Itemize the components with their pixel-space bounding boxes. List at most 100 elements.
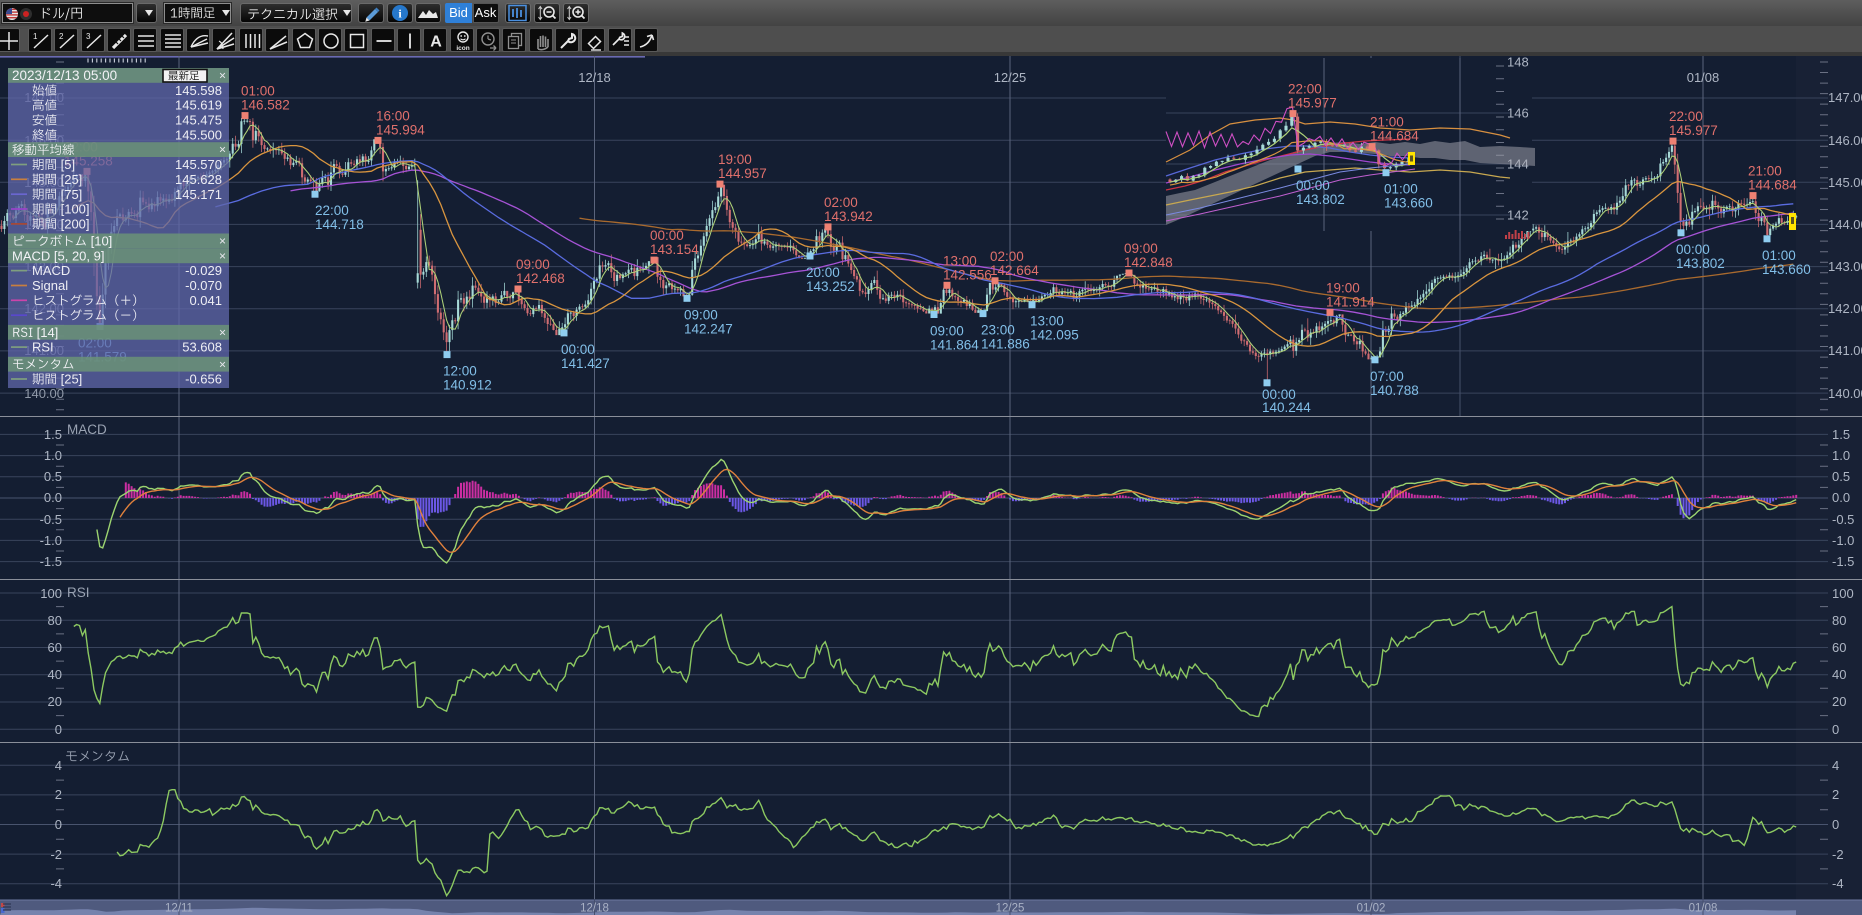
svg-text:07:00: 07:00: [1370, 369, 1404, 384]
svg-text:icon: icon: [456, 45, 469, 52]
svg-text:02:00: 02:00: [824, 195, 858, 210]
svg-text:144.00: 144.00: [1828, 217, 1862, 232]
svg-text:12/18: 12/18: [580, 903, 609, 915]
svg-text:MACD [5, 20, 9]: MACD [5, 20, 9]: [12, 248, 104, 263]
svg-text:148: 148: [1507, 56, 1529, 70]
svg-text:140.912: 140.912: [443, 378, 492, 393]
svg-text:[100]: [100]: [57, 202, 90, 217]
svg-text:145.977: 145.977: [1669, 123, 1718, 138]
svg-text:×: ×: [219, 69, 226, 83]
svg-text:143.942: 143.942: [824, 209, 873, 224]
svg-text:2023/12/13 05:00: 2023/12/13 05:00: [12, 68, 117, 83]
svg-text:145.475: 145.475: [175, 113, 222, 128]
svg-text:141.914: 141.914: [1326, 294, 1375, 309]
svg-text:141.00: 141.00: [1828, 343, 1862, 358]
svg-text:20: 20: [48, 694, 62, 709]
svg-text:140.788: 140.788: [1370, 383, 1419, 398]
svg-text:1.5: 1.5: [1832, 427, 1850, 442]
svg-text:2: 2: [55, 787, 62, 802]
svg-text:2: 2: [1832, 787, 1839, 802]
svg-text:RSI: RSI: [32, 340, 54, 355]
svg-text:01/02: 01/02: [1357, 903, 1386, 915]
svg-text:0: 0: [55, 722, 62, 737]
svg-text:141.427: 141.427: [561, 356, 610, 371]
svg-text:19:00: 19:00: [718, 152, 752, 167]
svg-text:143.802: 143.802: [1296, 192, 1345, 207]
svg-text:142.848: 142.848: [1124, 255, 1173, 270]
svg-text:[14]: [14]: [33, 325, 58, 340]
svg-text:[5]: [5]: [57, 157, 75, 172]
svg-text:0: 0: [1832, 817, 1839, 832]
svg-text:143.802: 143.802: [1676, 256, 1725, 271]
svg-text:-1.0: -1.0: [40, 533, 62, 548]
svg-text:1.0: 1.0: [44, 448, 62, 463]
svg-text:01/08: 01/08: [1689, 903, 1718, 915]
svg-text:-4: -4: [50, 876, 62, 891]
svg-text:146: 146: [1507, 106, 1529, 121]
svg-text:00:00: 00:00: [1296, 178, 1330, 193]
svg-text:×: ×: [219, 325, 226, 339]
svg-text:143.660: 143.660: [1762, 262, 1811, 277]
svg-text:23:00: 23:00: [981, 323, 1015, 338]
svg-text:2: 2: [59, 32, 64, 41]
svg-text:141.864: 141.864: [930, 338, 979, 353]
svg-text:-2: -2: [1832, 847, 1844, 862]
svg-text:RSI: RSI: [67, 585, 90, 600]
svg-text:145.628: 145.628: [175, 172, 222, 187]
svg-text:×: ×: [219, 249, 226, 263]
svg-text:0.5: 0.5: [1832, 469, 1850, 484]
svg-text:-0.070: -0.070: [185, 278, 222, 293]
svg-text:80: 80: [1832, 613, 1846, 628]
svg-text:12:00: 12:00: [443, 364, 477, 379]
svg-text:00:00: 00:00: [650, 228, 684, 243]
svg-text:MACD: MACD: [67, 422, 107, 437]
svg-text:144.957: 144.957: [718, 166, 767, 181]
svg-text:22:00: 22:00: [1288, 82, 1322, 97]
svg-text:09:00: 09:00: [684, 307, 718, 322]
svg-text:-1.0: -1.0: [1832, 533, 1854, 548]
svg-text:01/08: 01/08: [1687, 70, 1720, 85]
svg-text:×: ×: [219, 234, 226, 248]
svg-text:16:00: 16:00: [376, 108, 410, 123]
svg-text:-1.5: -1.5: [40, 554, 62, 569]
svg-text:0.0: 0.0: [44, 490, 62, 505]
svg-text:20:00: 20:00: [806, 265, 840, 280]
svg-text:1: 1: [33, 32, 38, 41]
svg-text:146.582: 146.582: [241, 98, 290, 113]
svg-text:[25]: [25]: [57, 172, 82, 187]
svg-text:53.608: 53.608: [182, 340, 222, 355]
svg-text:-2: -2: [50, 847, 62, 862]
svg-text:146.00: 146.00: [1828, 133, 1862, 148]
svg-text:01:00: 01:00: [1384, 182, 1418, 197]
svg-text:0.5: 0.5: [44, 469, 62, 484]
svg-text:13:00: 13:00: [1030, 314, 1064, 329]
svg-text:144.684: 144.684: [1370, 129, 1419, 144]
svg-text:142.468: 142.468: [516, 271, 565, 286]
svg-text:×: ×: [219, 357, 226, 371]
svg-text:140.00: 140.00: [1828, 386, 1862, 401]
svg-text:144.684: 144.684: [1748, 178, 1797, 193]
svg-text:22:00: 22:00: [1669, 109, 1703, 124]
svg-text:143.00: 143.00: [1828, 259, 1862, 274]
svg-text:-4: -4: [1832, 876, 1844, 891]
svg-text:00:00: 00:00: [1676, 242, 1710, 257]
svg-text:[200]: [200]: [57, 217, 90, 232]
svg-text:01:00: 01:00: [241, 84, 275, 99]
svg-text:142.095: 142.095: [1030, 328, 1079, 343]
svg-text:12/18: 12/18: [578, 70, 611, 85]
svg-text:145.570: 145.570: [175, 157, 222, 172]
svg-text:0: 0: [55, 817, 62, 832]
svg-text:142.664: 142.664: [990, 263, 1039, 278]
svg-text:12/25: 12/25: [996, 903, 1025, 915]
svg-text:60: 60: [48, 640, 62, 655]
svg-text:144.718: 144.718: [315, 217, 364, 232]
svg-text:145.171: 145.171: [175, 187, 222, 202]
svg-text:140.244: 140.244: [1262, 400, 1311, 415]
svg-text:12/25: 12/25: [994, 70, 1027, 85]
svg-text:-1.5: -1.5: [1832, 554, 1854, 569]
svg-text:×: ×: [219, 143, 226, 157]
svg-text:01:00: 01:00: [1762, 248, 1796, 263]
svg-text:22:00: 22:00: [315, 203, 349, 218]
svg-text:A: A: [430, 34, 442, 51]
svg-text:141.886: 141.886: [981, 337, 1030, 352]
